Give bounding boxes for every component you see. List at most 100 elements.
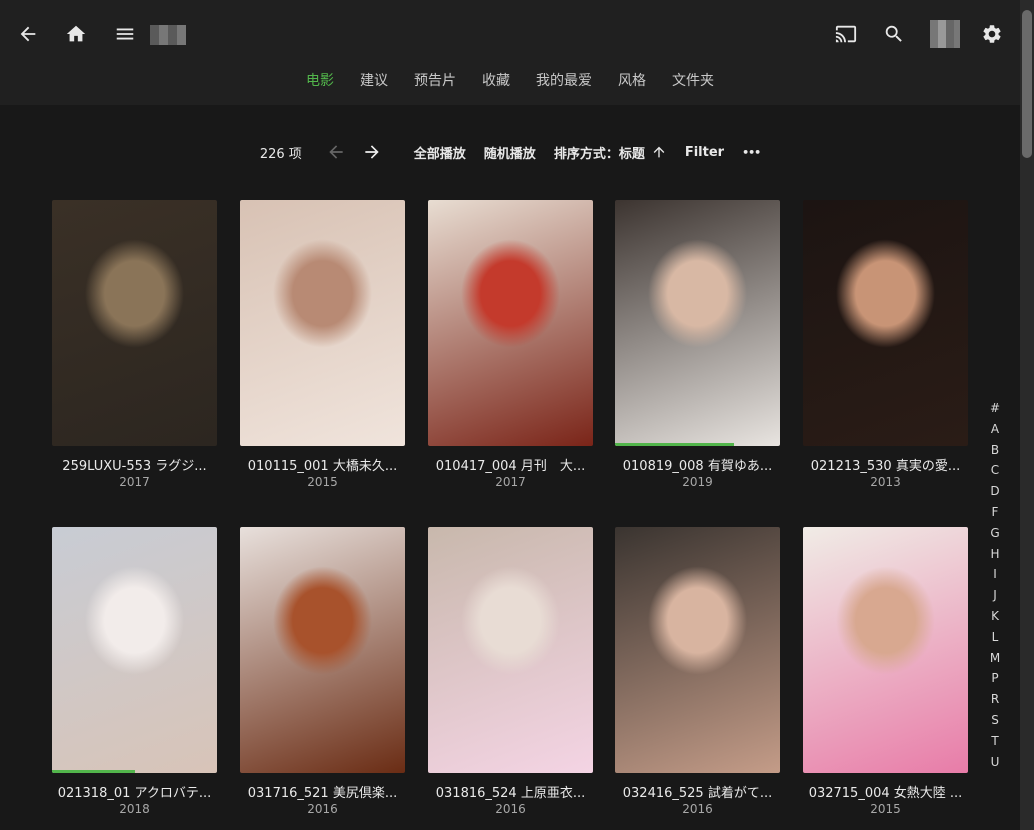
movie-poster[interactable] xyxy=(428,200,593,446)
movie-poster[interactable] xyxy=(803,200,968,446)
movie-poster[interactable] xyxy=(428,527,593,773)
movie-year: 2017 xyxy=(495,475,526,489)
watch-progress-bar xyxy=(52,770,135,773)
movie-card[interactable]: 010819_008 有賀ゆあ... 2019 xyxy=(615,200,780,489)
movie-title[interactable]: 032416_525 試着がて... xyxy=(615,782,780,801)
movie-year: 2019 xyxy=(682,475,713,489)
tab-collections[interactable]: 收藏 xyxy=(469,70,523,90)
arrow-up-icon xyxy=(653,146,665,158)
home-button[interactable] xyxy=(61,19,91,49)
movie-title[interactable]: 010819_008 有賀ゆあ... xyxy=(615,455,780,474)
item-count: 226 项 xyxy=(259,146,302,162)
movie-card[interactable]: 259LUXU-553 ラグジ... 2017 xyxy=(52,200,217,489)
movie-card[interactable]: 032715_004 女熱大陸 ... 2015 xyxy=(803,527,968,816)
home-icon xyxy=(66,25,86,42)
search-icon xyxy=(885,25,902,42)
movie-card[interactable]: 031816_524 上原亜衣... 2016 xyxy=(428,527,593,816)
gear-icon xyxy=(983,25,1001,43)
movie-title[interactable]: 010417_004 月刊 大... xyxy=(428,455,593,474)
menu-button[interactable] xyxy=(110,19,140,49)
movie-title[interactable]: 021213_530 真実の愛... xyxy=(803,455,968,474)
alphabet-letter[interactable]: D xyxy=(990,481,999,502)
movie-poster[interactable] xyxy=(615,200,780,446)
user-avatar[interactable] xyxy=(930,20,960,48)
movie-poster[interactable] xyxy=(52,527,217,773)
play-all-label: 全部播放 xyxy=(413,146,466,162)
alphabet-letter[interactable]: S xyxy=(991,710,999,731)
movie-poster[interactable] xyxy=(615,527,780,773)
list-toolbar: 226 项 全部播放 随机播放 排序方式：标题 Filter ••• xyxy=(0,140,1020,164)
library-name-pixelated xyxy=(150,25,186,45)
movie-title[interactable]: 010115_001 大橋未久... xyxy=(240,455,405,474)
search-button[interactable] xyxy=(879,19,909,49)
sort-button[interactable]: 排序方式：标题 xyxy=(554,143,667,162)
movie-card[interactable]: 021213_530 真実の愛... 2013 xyxy=(803,200,968,489)
scrollbar-thumb[interactable] xyxy=(1022,10,1032,158)
menu-icon xyxy=(116,28,134,40)
movie-title[interactable]: 259LUXU-553 ラグジ... xyxy=(52,455,217,474)
alphabet-letter[interactable]: G xyxy=(990,523,999,544)
movie-card[interactable]: 031716_521 美尻倶楽... 2016 xyxy=(240,527,405,816)
alphabet-index: # A B C D F G H I J K L M P R S T U xyxy=(985,398,1005,772)
movie-poster[interactable] xyxy=(240,527,405,773)
more-options-button[interactable]: ••• xyxy=(742,145,761,159)
movie-year: 2015 xyxy=(307,475,338,489)
alphabet-letter[interactable]: H xyxy=(990,544,999,565)
movie-year: 2015 xyxy=(870,802,901,816)
play-all-button[interactable]: 全部播放 xyxy=(414,143,466,162)
movie-card[interactable]: 010115_001 大橋未久... 2015 xyxy=(240,200,405,489)
shuffle-button[interactable]: 随机播放 xyxy=(484,143,536,162)
scrollbar[interactable] xyxy=(1020,0,1034,830)
movie-year: 2016 xyxy=(495,802,526,816)
alphabet-letter[interactable]: R xyxy=(991,689,999,710)
settings-button[interactable] xyxy=(977,19,1007,49)
movie-card[interactable]: 010417_004 月刊 大... 2017 xyxy=(428,200,593,489)
alphabet-letter[interactable]: C xyxy=(991,460,999,481)
tab-suggestions[interactable]: 建议 xyxy=(347,70,401,90)
movie-title[interactable]: 031716_521 美尻倶楽... xyxy=(240,782,405,801)
movie-year: 2016 xyxy=(307,802,338,816)
movie-poster[interactable] xyxy=(240,200,405,446)
movie-poster[interactable] xyxy=(803,527,968,773)
alphabet-letter[interactable]: A xyxy=(991,419,999,440)
movie-year: 2016 xyxy=(682,802,713,816)
top-header: 电影 建议 预告片 收藏 我的最爱 风格 文件夹 xyxy=(0,0,1020,105)
alphabet-letter[interactable]: L xyxy=(992,627,999,648)
alphabet-letter[interactable]: U xyxy=(991,752,1000,773)
watch-progress-bar xyxy=(615,443,734,446)
arrow-left-icon xyxy=(329,145,343,159)
back-button[interactable] xyxy=(13,19,43,49)
movie-poster[interactable] xyxy=(52,200,217,446)
alphabet-letter[interactable]: I xyxy=(993,564,997,585)
alphabet-letter[interactable]: # xyxy=(990,398,1000,419)
alphabet-letter[interactable]: B xyxy=(991,440,999,461)
movie-year: 2017 xyxy=(119,475,150,489)
alphabet-letter[interactable]: F xyxy=(992,502,999,523)
next-page-button[interactable] xyxy=(360,140,384,164)
previous-page-button[interactable] xyxy=(324,140,348,164)
filter-button[interactable]: Filter xyxy=(685,145,724,160)
more-options-icon: ••• xyxy=(742,145,761,159)
cast-icon xyxy=(835,25,857,43)
movie-title[interactable]: 031816_524 上原亜衣... xyxy=(428,782,593,801)
tab-movies[interactable]: 电影 xyxy=(293,70,347,90)
arrow-right-icon xyxy=(365,145,379,159)
alphabet-letter[interactable]: K xyxy=(991,606,999,627)
movie-title[interactable]: 021318_01 アクロバテ... xyxy=(52,782,217,801)
movie-card[interactable]: 021318_01 アクロバテ... 2018 xyxy=(52,527,217,816)
movie-year: 2018 xyxy=(119,802,150,816)
tab-trailers[interactable]: 预告片 xyxy=(401,70,469,90)
alphabet-letter[interactable]: P xyxy=(991,668,998,689)
movie-card[interactable]: 032416_525 試着がて... 2016 xyxy=(615,527,780,816)
alphabet-letter[interactable]: M xyxy=(990,648,1000,669)
cast-button[interactable] xyxy=(831,19,861,49)
back-arrow-icon xyxy=(20,26,36,42)
sort-label: 排序方式：标题 xyxy=(553,146,645,162)
alphabet-letter[interactable]: J xyxy=(993,585,997,606)
tab-folders[interactable]: 文件夹 xyxy=(659,70,727,90)
tab-genres[interactable]: 风格 xyxy=(605,70,659,90)
alphabet-letter[interactable]: T xyxy=(991,731,998,752)
filter-label: Filter xyxy=(684,144,725,160)
tab-favorites[interactable]: 我的最爱 xyxy=(523,70,605,90)
movie-title[interactable]: 032715_004 女熱大陸 ... xyxy=(803,782,968,801)
